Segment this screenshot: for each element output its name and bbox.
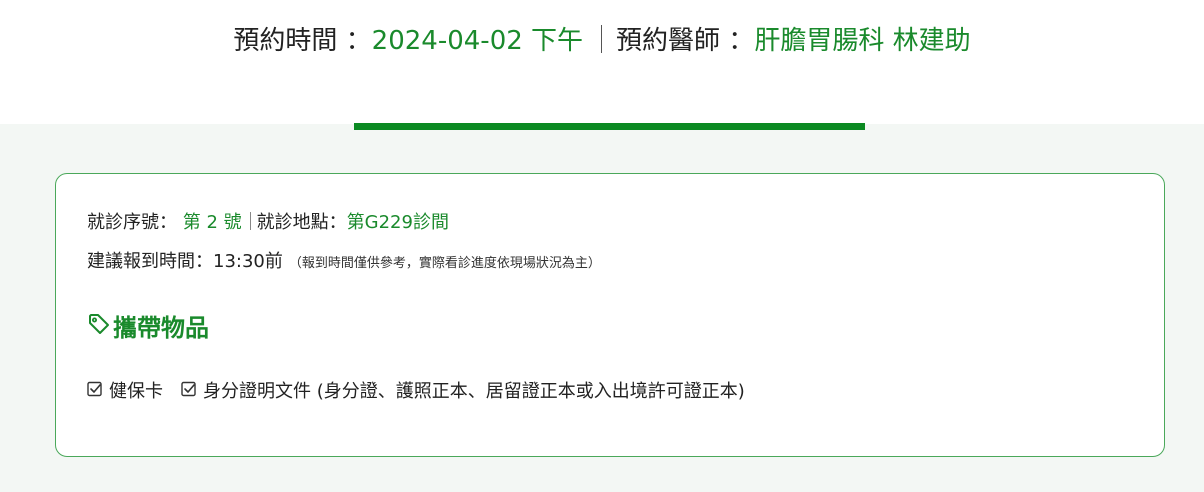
checkbox-checked-icon (87, 379, 109, 405)
carry-items-heading: 攜帶物品 (87, 311, 209, 345)
visit-number-value: 第 2 號 (182, 212, 242, 233)
carry-item-id-document: 身分證明文件 (身分證、護照正本、居留證正本或入出境許可證正本) (181, 379, 745, 405)
divider (249, 212, 251, 230)
divider (601, 25, 603, 53)
appointment-time-value: 2024-04-02 下午 (371, 26, 584, 56)
checkin-time-row: 建議報到時間：13:30前 （報到時間僅供參考，實際看診進度依現場狀況為主） (87, 249, 601, 277)
visit-number-row: 就診序號： 第 2 號就診地點：第G229診間 (87, 210, 449, 236)
appointment-doctor-label: 預約醫師 ： (616, 26, 755, 56)
checkbox-checked-icon (181, 379, 203, 405)
visit-location-label: 就診地點： (256, 212, 347, 233)
visit-location-value: 第G229診間 (346, 212, 449, 233)
carry-items-title: 攜帶物品 (113, 314, 209, 342)
carry-item-label: 身分證明文件 (身分證、護照正本、居留證正本或入出境許可證正本) (203, 381, 745, 402)
carry-item-health-card: 健保卡 (87, 379, 163, 405)
appointment-time-label: 預約時間 ： (233, 26, 372, 56)
checkin-time-value: 13:30前 (213, 251, 283, 272)
active-indicator-bar (354, 123, 865, 130)
visit-number-label: 就診序號： (87, 212, 177, 233)
carry-items-list: 健保卡 身分證明文件 (身分證、護照正本、居留證正本或入出境許可證正本) (87, 379, 763, 405)
appointment-summary: 預約時間 ：2024-04-02 下午 預約醫師 ：肝膽胃腸科 林建助 (0, 22, 1204, 60)
checkin-note: （報到時間僅供參考，實際看診進度依現場狀況為主） (288, 256, 601, 271)
carry-item-label: 健保卡 (109, 381, 163, 402)
appointment-doctor-value: 肝膽胃腸科 林建助 (754, 26, 971, 56)
appointment-header: 預約時間 ：2024-04-02 下午 預約醫師 ：肝膽胃腸科 林建助 (0, 0, 1204, 124)
visit-info-card: 就診序號： 第 2 號就診地點：第G229診間 建議報到時間：13:30前 （報到… (55, 173, 1165, 457)
checkin-time-label: 建議報到時間： (87, 251, 213, 272)
tag-icon (87, 311, 113, 345)
